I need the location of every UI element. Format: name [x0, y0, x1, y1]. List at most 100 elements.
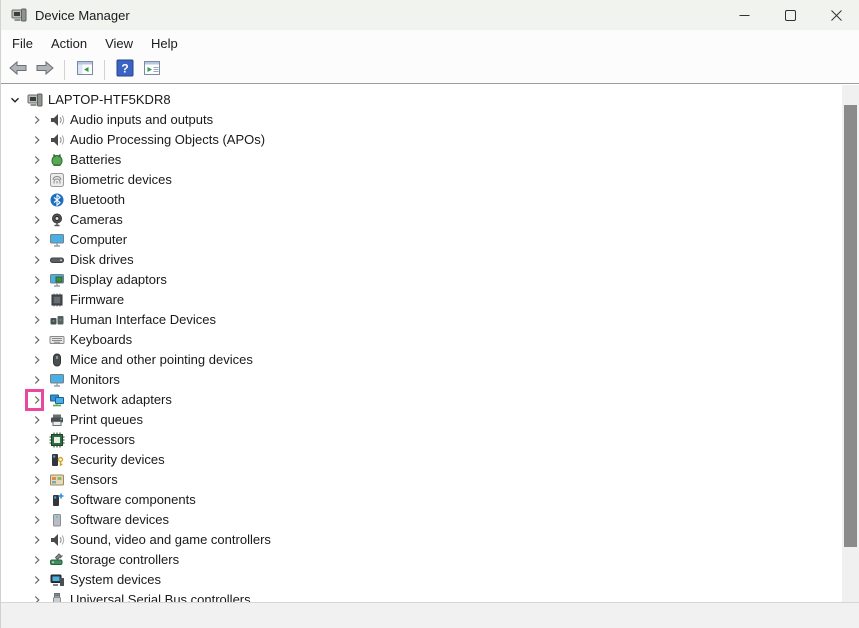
tree-item-label: Firmware [70, 290, 124, 310]
chevron-right-icon[interactable] [29, 452, 45, 468]
chevron-right-icon[interactable] [29, 252, 45, 268]
tree-item-disk-drives[interactable]: Disk drives [29, 250, 859, 270]
tree-item-network-adapters[interactable]: Network adapters [29, 390, 859, 410]
maximize-button[interactable] [767, 0, 813, 30]
menu-item-view[interactable]: View [96, 32, 142, 55]
chevron-right-icon[interactable] [29, 152, 45, 168]
chevron-right-icon[interactable] [29, 552, 45, 568]
chevron-right-icon[interactable] [29, 432, 45, 448]
tree-item-label: Monitors [70, 370, 120, 390]
chevron-down-icon[interactable] [7, 92, 23, 108]
chevron-right-icon[interactable] [29, 512, 45, 528]
tree-item-label: Software devices [70, 510, 169, 530]
close-icon [831, 10, 842, 21]
tree-item-storage-controllers[interactable]: Storage controllers [29, 550, 859, 570]
chevron-right-icon[interactable] [29, 292, 45, 308]
tree-item-sensors[interactable]: Sensors [29, 470, 859, 490]
chevron-right-icon[interactable] [29, 492, 45, 508]
tree-item-display-adaptors[interactable]: Display adaptors [29, 270, 859, 290]
speaker-icon [49, 532, 65, 548]
tree-item-system-devices[interactable]: System devices [29, 570, 859, 590]
battery-icon [49, 152, 65, 168]
tree-item-label: Batteries [70, 150, 121, 170]
camera-icon [49, 212, 65, 228]
tree-item-label: Mice and other pointing devices [70, 350, 253, 370]
tree-item-keyboards[interactable]: Keyboards [29, 330, 859, 350]
chevron-right-icon[interactable] [29, 212, 45, 228]
keyboard-icon [49, 332, 65, 348]
tree-item-universal-serial-bus-controllers[interactable]: Universal Serial Bus controllers [29, 590, 859, 602]
software-device-icon [49, 512, 65, 528]
processor-icon [49, 432, 65, 448]
forward-arrow-icon [35, 58, 55, 81]
tree-item-label: Bluetooth [70, 190, 125, 210]
tree-item-biometric-devices[interactable]: Biometric devices [29, 170, 859, 190]
tree-item-label: Network adapters [70, 390, 172, 410]
tree-item-firmware[interactable]: Firmware [29, 290, 859, 310]
chevron-right-icon[interactable] [29, 592, 45, 602]
tree-item-monitors[interactable]: Monitors [29, 370, 859, 390]
tree-item-label: Biometric devices [70, 170, 172, 190]
chevron-right-icon[interactable] [29, 112, 45, 128]
tree-item-sound-video-and-game-controllers[interactable]: Sound, video and game controllers [29, 530, 859, 550]
tree-item-software-components[interactable]: Software components [29, 490, 859, 510]
close-button[interactable] [813, 0, 859, 30]
tree-item-label: Keyboards [70, 330, 132, 350]
chevron-right-icon[interactable] [29, 332, 45, 348]
system-icon [49, 572, 65, 588]
tree-item-label: LAPTOP-HTF5KDR8 [48, 90, 171, 110]
tree-item-label: Universal Serial Bus controllers [70, 590, 251, 602]
help-button[interactable]: ? [112, 58, 137, 82]
tree-item-audio-processing-objects-apos[interactable]: Audio Processing Objects (APOs) [29, 130, 859, 150]
tree-item-cameras[interactable]: Cameras [29, 210, 859, 230]
vertical-scrollbar[interactable] [842, 85, 859, 602]
tree-item-label: Storage controllers [70, 550, 179, 570]
scrollbar-thumb[interactable] [844, 105, 857, 547]
tree-item-human-interface-devices[interactable]: Human Interface Devices [29, 310, 859, 330]
menu-bar: FileActionViewHelp [1, 30, 859, 56]
tree-item-label: Cameras [70, 210, 123, 230]
tree-item-batteries[interactable]: Batteries [29, 150, 859, 170]
show-hide-action-pane-button[interactable] [139, 58, 164, 82]
tree-item-label: System devices [70, 570, 161, 590]
storage-icon [49, 552, 65, 568]
chevron-right-icon[interactable] [29, 272, 45, 288]
device-manager-icon [11, 7, 27, 23]
chevron-right-icon[interactable] [29, 132, 45, 148]
chevron-right-icon[interactable] [29, 572, 45, 588]
chevron-right-icon[interactable] [29, 192, 45, 208]
security-icon [49, 452, 65, 468]
tree-item-security-devices[interactable]: Security devices [29, 450, 859, 470]
tree-item-audio-inputs-and-outputs[interactable]: Audio inputs and outputs [29, 110, 859, 130]
display-adapter-icon [49, 272, 65, 288]
tree-item-label: Software components [70, 490, 196, 510]
chevron-right-icon[interactable] [29, 472, 45, 488]
tree-item-software-devices[interactable]: Software devices [29, 510, 859, 530]
tree-item-bluetooth[interactable]: Bluetooth [29, 190, 859, 210]
tree-item-label: Sensors [70, 470, 118, 490]
tree-item-mice-and-other-pointing-devices[interactable]: Mice and other pointing devices [29, 350, 859, 370]
forward-button[interactable] [32, 58, 57, 82]
chevron-right-icon[interactable] [29, 352, 45, 368]
tree-item-label: Audio Processing Objects (APOs) [70, 130, 265, 150]
menu-item-help[interactable]: Help [142, 32, 187, 55]
minimize-button[interactable] [721, 0, 767, 30]
show-hide-console-tree-button[interactable] [72, 58, 97, 82]
menu-item-action[interactable]: Action [42, 32, 96, 55]
chevron-right-icon[interactable] [29, 392, 45, 408]
back-button[interactable] [5, 58, 30, 82]
chevron-right-icon[interactable] [29, 232, 45, 248]
tree-item-print-queues[interactable]: Print queues [29, 410, 859, 430]
tree-item-laptop-htf5kdr8[interactable]: LAPTOP-HTF5KDR8 [7, 90, 859, 110]
tree-item-processors[interactable]: Processors [29, 430, 859, 450]
chevron-right-icon[interactable] [29, 412, 45, 428]
tree-item-label: Sound, video and game controllers [70, 530, 271, 550]
chevron-right-icon[interactable] [29, 532, 45, 548]
menu-item-file[interactable]: File [3, 32, 42, 55]
tree-item-computer[interactable]: Computer [29, 230, 859, 250]
chevron-right-icon[interactable] [29, 372, 45, 388]
chevron-right-icon[interactable] [29, 172, 45, 188]
chevron-right-icon[interactable] [29, 312, 45, 328]
fingerprint-icon [49, 172, 65, 188]
tree-item-label: Security devices [70, 450, 165, 470]
